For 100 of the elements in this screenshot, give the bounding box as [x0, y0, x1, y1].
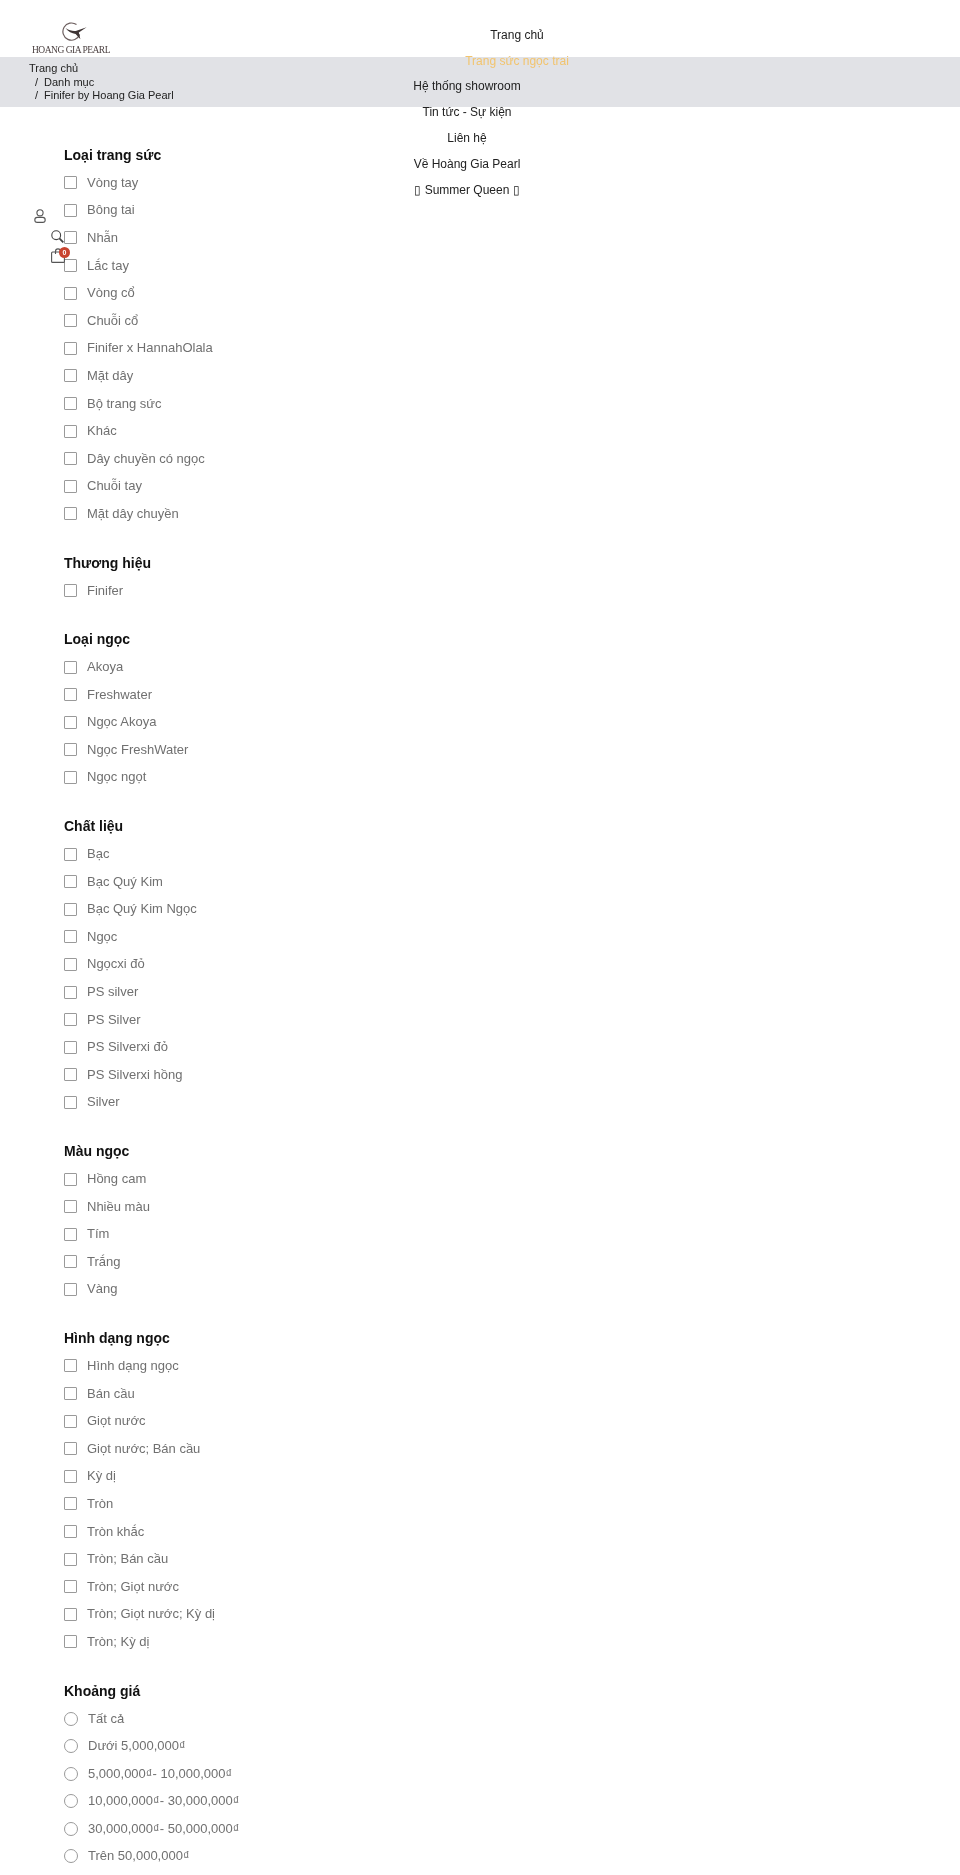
- filter-option-label[interactable]: PS Silver: [87, 1011, 141, 1028]
- nav-link[interactable]: Liên hệ: [447, 130, 487, 147]
- filter-option-label[interactable]: Giọt nước; Bán cầu: [87, 1440, 201, 1457]
- filter-option-label[interactable]: Trắng: [87, 1253, 121, 1270]
- filter-checkbox[interactable]: [64, 286, 77, 300]
- filter-checkbox[interactable]: [64, 479, 77, 493]
- filter-option-label[interactable]: Kỳ dị: [87, 1468, 116, 1485]
- filter-option-label[interactable]: Vòng tay: [87, 174, 139, 191]
- logo-link[interactable]: HOANG GIA PEARL: [31, 22, 111, 55]
- filter-checkbox[interactable]: [64, 1200, 77, 1214]
- filter-checkbox[interactable]: [64, 930, 77, 944]
- filter-checkbox[interactable]: [64, 1068, 77, 1082]
- filter-checkbox[interactable]: [64, 1525, 77, 1539]
- filter-option-label[interactable]: Bạc: [87, 846, 110, 863]
- filter-option-label[interactable]: Ngọc: [87, 928, 118, 945]
- nav-link[interactable]: Về Hoàng Gia Pearl: [413, 155, 521, 172]
- filter-option-label[interactable]: Ngọc Akoya: [87, 714, 157, 731]
- breadcrumb-link[interactable]: Trang chủ: [29, 62, 79, 76]
- filter-checkbox[interactable]: [64, 1013, 77, 1027]
- filter-option-label[interactable]: Ngọc FreshWater: [87, 741, 189, 758]
- filter-checkbox[interactable]: [64, 259, 77, 273]
- nav-link[interactable]: ▯ Summer Queen ▯: [414, 181, 520, 198]
- filter-option-label[interactable]: Tròn: [87, 1495, 114, 1512]
- nav-link[interactable]: Hệ thống showroom: [413, 78, 521, 95]
- filter-checkbox[interactable]: [64, 176, 77, 190]
- nav-link[interactable]: Tin tức - Sự kiện: [422, 104, 512, 121]
- filter-checkbox[interactable]: [64, 902, 77, 916]
- filter-checkbox[interactable]: [64, 1255, 77, 1269]
- filter-checkbox[interactable]: [64, 1387, 77, 1401]
- filter-checkbox[interactable]: [64, 314, 77, 328]
- filter-checkbox[interactable]: [64, 688, 77, 702]
- filter-option-label[interactable]: Dưới 5,000,000₫: [88, 1738, 186, 1755]
- filter-option-label[interactable]: Mặt dây: [87, 367, 134, 384]
- filter-option-label[interactable]: Tròn; Kỳ dị: [87, 1633, 150, 1650]
- filter-checkbox[interactable]: [64, 584, 77, 597]
- filter-option-label[interactable]: Vòng cổ: [87, 285, 135, 302]
- filter-option-label[interactable]: Lắc tay: [87, 257, 129, 274]
- filter-option-label[interactable]: Nhẫn: [87, 230, 119, 246]
- filter-option-label[interactable]: Nhiều màu: [87, 1198, 150, 1215]
- filter-checkbox[interactable]: [64, 1227, 77, 1241]
- filter-checkbox[interactable]: [64, 847, 77, 861]
- filter-checkbox[interactable]: [64, 1414, 77, 1428]
- filter-option-label[interactable]: Tròn; Giọt nước; Kỳ dị: [87, 1606, 215, 1623]
- filter-checkbox[interactable]: [64, 1282, 77, 1296]
- filter-option-label[interactable]: 5,000,000₫- 10,000,000₫: [88, 1765, 233, 1782]
- filter-option-label[interactable]: Trên 50,000,000₫: [88, 1848, 190, 1865]
- filter-option-label[interactable]: Hình dạng ngọc: [87, 1358, 179, 1374]
- filter-option-label[interactable]: Bạc Quý Kim: [87, 873, 163, 890]
- filter-checkbox[interactable]: [64, 231, 77, 245]
- filter-option-label[interactable]: Tím: [87, 1226, 110, 1243]
- filter-checkbox[interactable]: [64, 1607, 77, 1621]
- filter-option-label[interactable]: Bộ trang sức: [87, 395, 162, 412]
- filter-option-label[interactable]: Tròn; Giọt nước: [87, 1578, 179, 1595]
- filter-option-label[interactable]: Silver: [87, 1094, 120, 1111]
- filter-option-label[interactable]: Mặt dây chuyền: [87, 505, 179, 522]
- nav-link[interactable]: Trang chủ: [490, 26, 544, 43]
- filter-option-label[interactable]: Dây chuyền có ngọc: [87, 450, 205, 467]
- filter-checkbox[interactable]: [64, 1497, 77, 1511]
- filter-checkbox[interactable]: [64, 397, 77, 411]
- filter-checkbox[interactable]: [64, 1469, 77, 1483]
- filter-checkbox[interactable]: [64, 424, 77, 438]
- filter-checkbox[interactable]: [64, 203, 77, 217]
- search-icon[interactable]: [51, 230, 64, 243]
- filter-option-label[interactable]: Tròn; Bán cầu: [87, 1551, 169, 1568]
- filter-checkbox[interactable]: [64, 1359, 77, 1373]
- filter-option-label[interactable]: 10,000,000₫- 30,000,000₫: [88, 1793, 240, 1810]
- filter-checkbox[interactable]: [64, 369, 77, 383]
- filter-checkbox[interactable]: [64, 452, 77, 466]
- filter-option-label[interactable]: Vàng: [87, 1281, 118, 1298]
- filter-option-label[interactable]: Tròn khắc: [87, 1523, 145, 1540]
- filter-option-label[interactable]: Finifer: [87, 582, 124, 599]
- filter-checkbox[interactable]: [64, 715, 77, 729]
- filter-checkbox[interactable]: [64, 341, 77, 355]
- filter-checkbox[interactable]: [64, 1552, 77, 1566]
- filter-checkbox[interactable]: [64, 957, 77, 971]
- filter-checkbox[interactable]: [64, 1442, 77, 1456]
- filter-option-label[interactable]: Ngọcxi đỏ: [87, 956, 145, 973]
- filter-option-label[interactable]: 30,000,000₫- 50,000,000₫: [88, 1820, 240, 1837]
- filter-option-label[interactable]: PS Silverxi đỏ: [87, 1039, 168, 1056]
- filter-checkbox[interactable]: [64, 1172, 77, 1186]
- filter-option-label[interactable]: Chuỗi tay: [87, 478, 142, 495]
- filter-option-label[interactable]: Tất cả: [88, 1710, 125, 1727]
- filter-option-label[interactable]: Hồng cam: [87, 1171, 147, 1187]
- filter-checkbox[interactable]: [64, 875, 77, 889]
- filter-option-label[interactable]: Akoya: [87, 659, 124, 676]
- filter-option-label[interactable]: Khác: [87, 423, 117, 440]
- filter-checkbox[interactable]: [64, 1040, 77, 1054]
- filter-checkbox[interactable]: [64, 660, 77, 674]
- filter-checkbox[interactable]: [64, 1095, 77, 1109]
- filter-option-label[interactable]: Giọt nước: [87, 1413, 146, 1430]
- filter-checkbox[interactable]: [64, 507, 77, 521]
- user-icon[interactable]: [34, 209, 46, 223]
- filter-option-label[interactable]: Bông tai: [87, 202, 135, 219]
- filter-option-label[interactable]: Bán cầu: [87, 1385, 135, 1402]
- filter-option-label[interactable]: PS silver: [87, 984, 139, 1001]
- filter-checkbox[interactable]: [64, 771, 77, 784]
- filter-checkbox[interactable]: [64, 1635, 77, 1649]
- breadcrumb-link[interactable]: Danh mục: [44, 75, 95, 90]
- filter-option-label[interactable]: Chuỗi cổ: [87, 312, 139, 329]
- filter-checkbox[interactable]: [64, 743, 77, 757]
